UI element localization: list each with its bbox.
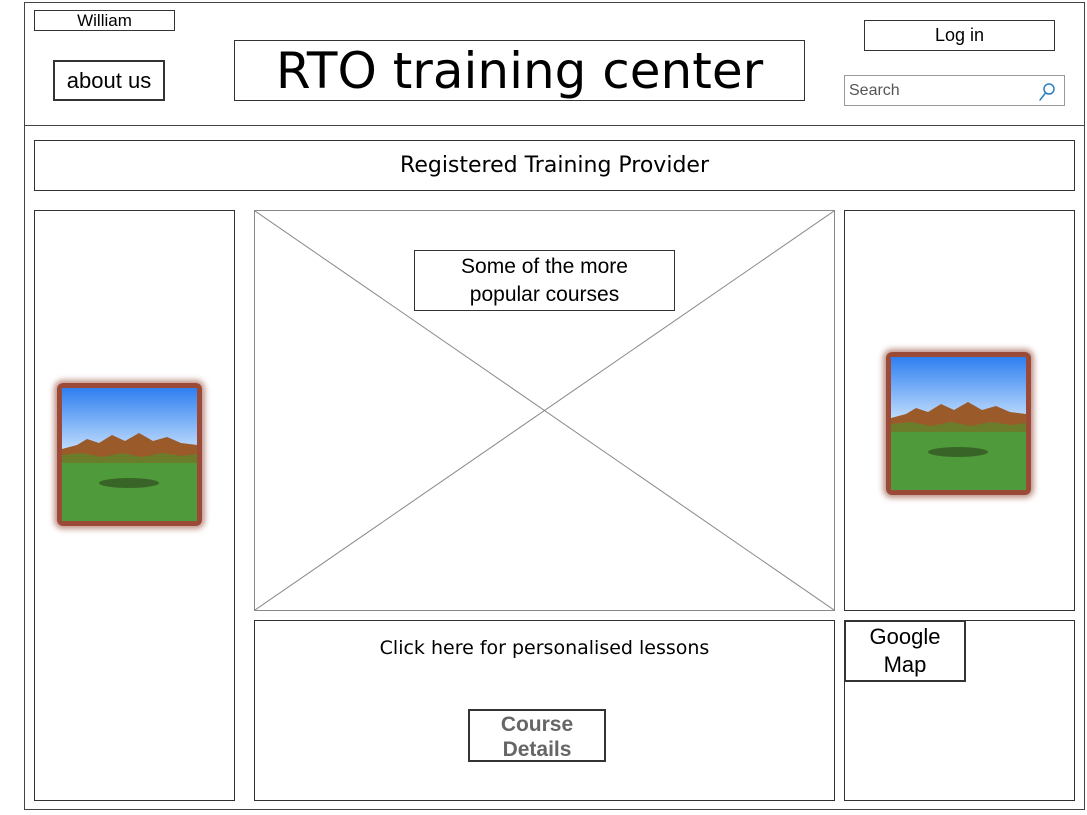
user-name-label: William [34,10,175,31]
personalised-lessons-link[interactable]: Click here for personalised lessons [254,634,835,662]
landscape-image-icon [57,383,202,526]
course-details-line2: Details [502,738,572,761]
course-details-button[interactable]: Course Details [468,709,606,762]
login-button[interactable]: Log in [864,20,1055,51]
about-us-button[interactable]: about us [53,60,165,101]
search-icon[interactable] [1038,82,1056,102]
popular-courses-line1: Some of the more [461,255,628,278]
site-title: RTO training center [234,40,805,101]
google-map-line1: Google [869,624,941,649]
popular-courses-line2: popular courses [469,283,620,306]
landscape-image-icon [886,352,1031,495]
banner: Registered Training Provider [34,140,1075,191]
header-divider [24,125,1085,126]
google-map-label[interactable]: Google Map [844,620,966,682]
search-input[interactable] [849,81,1034,101]
search-box[interactable] [844,75,1065,106]
course-details-line1: Course [500,713,574,736]
popular-courses-label: Some of the more popular courses [414,250,675,311]
google-map-line2: Map [883,652,927,677]
